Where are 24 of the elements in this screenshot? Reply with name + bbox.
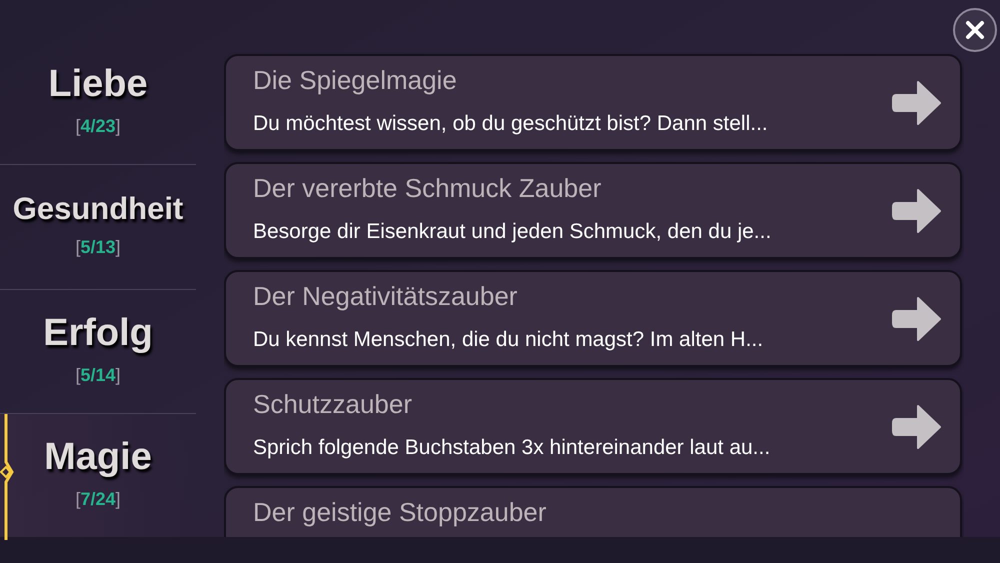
spell-preview: Du möchtest wissen, ob du geschützt bist? Dann stell... [253,110,769,136]
close-icon [965,20,985,40]
spell-card[interactable]: Der vererbte Schmuck Zauber Besorge dir Eisenkraut und jeden Schmuck, den du je... [224,162,962,259]
spell-preview: Besorge dir Eisenkraut und jeden Schmuck, den du je... [253,218,772,244]
spell-title: Der Negativitätszauber [253,280,518,312]
spell-card[interactable]: Der Negativitätszauber Du kennst Menschen, die du nicht magst? Im alten H... [224,270,962,367]
category-tab[interactable]: Erfolg [5/14] [0,288,196,413]
category-tab[interactable]: Gesundheit [5/13] [0,164,196,288]
spell-card[interactable]: Schutzzauber Sprich folgende Buchstaben 3x hintereinander laut au... [224,378,962,475]
close-button[interactable] [953,8,997,52]
spell-card[interactable]: Der geistige Stoppzauber [224,486,962,537]
spell-card[interactable]: Die Spiegelmagie Du möchtest wissen, ob du geschützt bist? Dann stell... [224,54,962,151]
arrow-icon [892,294,942,342]
arrow-icon [892,186,942,234]
category-tab[interactable]: Magie [7/24] [0,412,196,537]
spell-preview: Sprich folgende Buchstaben 3x hintereinander laut au... [253,434,772,460]
spell-preview: Du kennst Menschen, die du nicht magst? Im alten H... [253,326,764,352]
spell-title: Die Spiegelmagie [253,64,458,96]
arrow-icon [892,402,942,450]
category-tab[interactable]: Liebe [4/23] [0,40,196,164]
spell-title: Der vererbte Schmuck Zauber [253,172,602,204]
arrow-icon [892,78,942,126]
spell-title: Der geistige Stoppzauber [253,496,548,528]
spell-title: Schutzzauber [253,388,413,420]
